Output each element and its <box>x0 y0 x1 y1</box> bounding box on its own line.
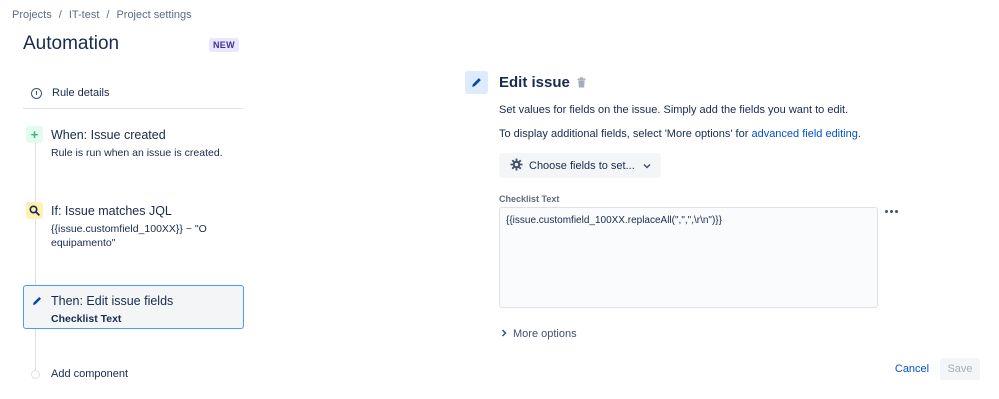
cancel-button[interactable]: Cancel <box>890 358 934 380</box>
rule-details-item[interactable]: Rule details <box>23 78 243 109</box>
info-icon <box>31 87 42 99</box>
step-title: When: Issue created <box>51 128 166 142</box>
chevron-down-icon <box>643 160 651 172</box>
breadcrumb-project-settings[interactable]: Project settings <box>116 9 191 21</box>
step-subtitle: {{issue.customfield_100XX}} ~ "O equipam… <box>51 223 207 249</box>
checklist-text-input[interactable]: {{issue.customfield_100XX.replaceAll(","… <box>499 207 878 308</box>
save-button[interactable]: Save <box>940 358 980 380</box>
step-title: If: Issue matches JQL <box>51 204 172 218</box>
pencil-icon <box>28 292 45 309</box>
step-when-issue-created[interactable]: + When: Issue created Rule is run when a… <box>23 124 244 164</box>
rule-details-label: Rule details <box>52 87 110 99</box>
step-subtitle: Checklist Text <box>51 313 122 325</box>
choose-fields-button[interactable]: Choose fields to set... <box>499 153 661 178</box>
pencil-icon <box>465 71 488 94</box>
choose-fields-label: Choose fields to set... <box>529 159 635 172</box>
hint-prefix: To display additional fields, select 'Mo… <box>499 128 752 140</box>
more-options-label: More options <box>513 328 577 340</box>
plus-icon: + <box>26 126 43 143</box>
circle-icon <box>31 369 40 379</box>
add-component-button[interactable]: Add component <box>23 368 128 380</box>
trash-icon[interactable] <box>577 77 586 88</box>
step-if-jql[interactable]: If: Issue matches JQL {{issue.customfiel… <box>23 200 244 260</box>
hint-suffix: . <box>857 128 861 140</box>
breadcrumb-projects[interactable]: Projects <box>12 9 52 21</box>
more-actions-icon[interactable] <box>885 210 898 213</box>
search-icon <box>26 202 43 219</box>
step-title: Then: Edit issue fields <box>51 294 174 308</box>
editor-description: Set values for fields on the issue. Simp… <box>499 104 849 116</box>
step-subtitle: Rule is run when an issue is created. <box>51 147 223 159</box>
gear-icon <box>510 157 523 174</box>
editor-additional-fields-hint: To display additional fields, select 'Mo… <box>499 128 861 140</box>
editor-title: Edit issue <box>499 74 570 91</box>
breadcrumb-it-test[interactable]: IT-test <box>69 9 100 21</box>
step-then-edit-issue-fields[interactable]: Then: Edit issue fields Checklist Text <box>23 285 244 329</box>
page-title: Automation <box>23 33 120 54</box>
editor-header: Edit issue <box>465 71 586 94</box>
breadcrumb-separator: / <box>106 9 110 21</box>
breadcrumb-separator: / <box>58 9 62 21</box>
checklist-text-label: Checklist Text <box>499 194 560 204</box>
advanced-field-editing-link[interactable]: advanced field editing <box>751 128 857 140</box>
breadcrumb: Projects / IT-test / Project settings <box>12 9 192 21</box>
chevron-right-icon <box>501 328 507 340</box>
add-component-label: Add component <box>51 368 129 380</box>
new-badge: NEW <box>209 38 239 52</box>
more-options-toggle[interactable]: More options <box>501 328 577 340</box>
